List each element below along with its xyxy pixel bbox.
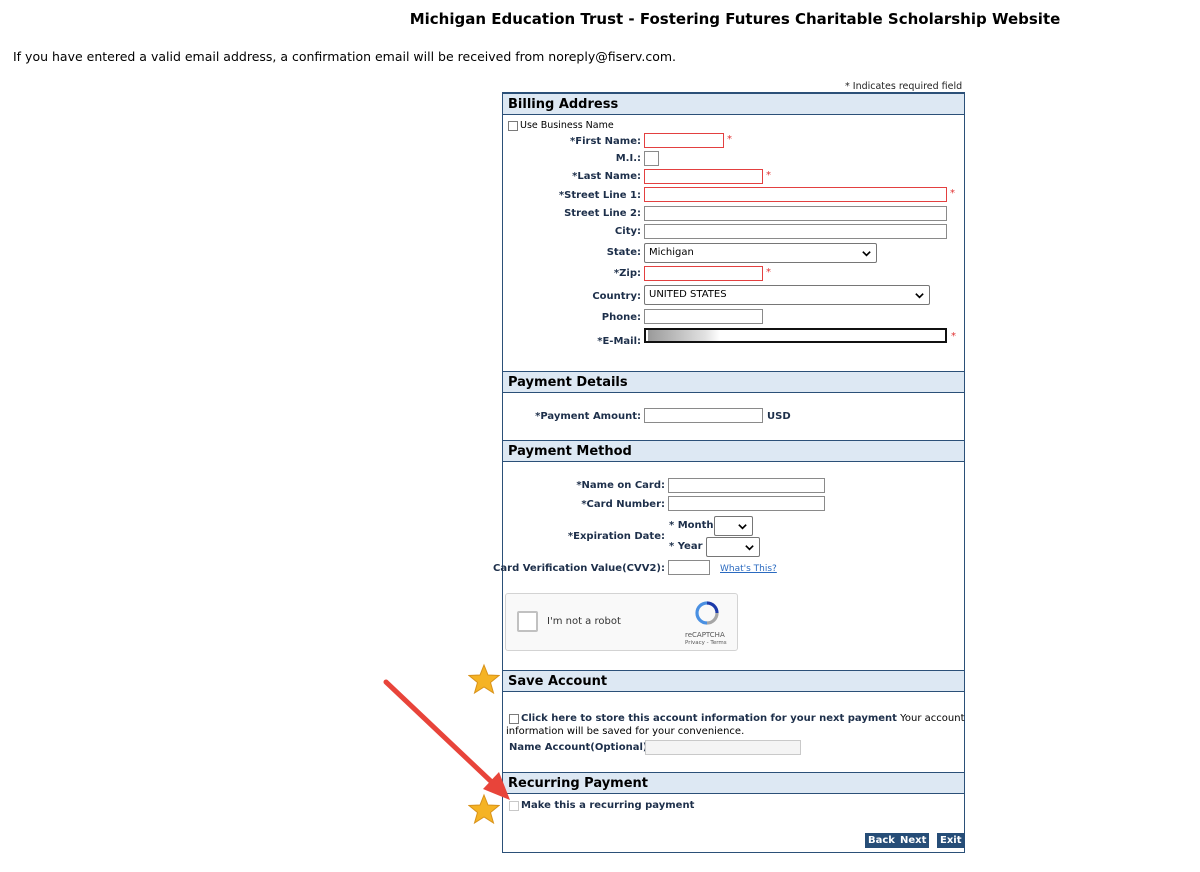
chevron-down-icon (745, 545, 754, 551)
country-select[interactable]: UNITED STATES (644, 285, 930, 305)
recurring-payment-heading: Recurring Payment (503, 772, 964, 794)
street-line-2-label: Street Line 2: (564, 208, 641, 219)
year-label: * Year (669, 541, 703, 552)
expiration-year-select[interactable] (706, 537, 760, 557)
country-select-value: UNITED STATES (649, 289, 727, 300)
email-label: *E-Mail: (597, 336, 641, 347)
street-line-1-input[interactable] (644, 187, 947, 202)
state-select[interactable]: Michigan (644, 243, 877, 263)
chevron-down-icon (738, 524, 747, 530)
email-input[interactable] (644, 328, 947, 343)
name-account-input[interactable] (645, 740, 801, 755)
street-line-2-input[interactable] (644, 206, 947, 221)
cvv-input[interactable] (668, 560, 710, 575)
store-account-rest-text: Your account (900, 713, 965, 724)
use-business-name-checkbox[interactable] (508, 121, 518, 131)
zip-input[interactable] (644, 266, 763, 281)
use-business-name-label: Use Business Name (520, 120, 614, 131)
zip-required-marker: * (766, 267, 771, 278)
save-account-heading: Save Account (503, 670, 964, 692)
payment-details-heading: Payment Details (503, 371, 964, 393)
whats-this-link[interactable]: What's This? (720, 564, 777, 574)
required-field-note: * Indicates required field (845, 81, 963, 92)
expiration-month-select[interactable] (714, 516, 753, 536)
recurring-payment-label: Make this a recurring payment (521, 800, 695, 811)
card-number-label: *Card Number: (581, 499, 665, 510)
city-input[interactable] (644, 224, 947, 239)
recaptcha-label: I'm not a robot (547, 616, 621, 627)
street-line-1-required-marker: * (950, 188, 955, 199)
street-line-1-label: *Street Line 1: (558, 190, 641, 201)
recaptcha-checkbox[interactable] (517, 611, 538, 632)
phone-label: Phone: (601, 312, 641, 323)
mi-input[interactable] (644, 151, 659, 166)
last-name-required-marker: * (766, 170, 771, 181)
last-name-input[interactable] (644, 169, 763, 184)
chevron-down-icon (915, 293, 924, 299)
name-on-card-label: *Name on Card: (576, 480, 665, 491)
store-account-continuation-text: information will be saved for your conve… (506, 726, 745, 737)
city-label: City: (614, 226, 641, 237)
next-button[interactable]: Next (897, 833, 930, 848)
star-annotation-icon (468, 663, 500, 695)
recaptcha-logo-icon (695, 601, 719, 625)
name-on-card-input[interactable] (668, 478, 825, 493)
payment-amount-label: *Payment Amount: (535, 411, 641, 422)
confirmation-note: If you have entered a valid email addres… (13, 49, 677, 64)
back-button[interactable]: Back (865, 833, 898, 848)
exit-button[interactable]: Exit (937, 833, 965, 848)
state-label: State: (606, 247, 641, 258)
name-account-label: Name Account(Optional): (509, 742, 652, 753)
email-required-marker: * (951, 331, 956, 342)
last-name-label: *Last Name: (572, 171, 641, 182)
chevron-down-icon (862, 251, 871, 257)
store-account-bold-text: Click here to store this account informa… (521, 713, 897, 724)
card-number-input[interactable] (668, 496, 825, 511)
redacted-email-value (648, 330, 720, 341)
first-name-required-marker: * (727, 134, 732, 145)
month-label: * Month (669, 520, 714, 531)
annotation-arrow-icon (383, 679, 510, 800)
zip-label: *Zip: (613, 268, 641, 279)
expiration-date-label: *Expiration Date: (567, 531, 665, 542)
recaptcha-widget: I'm not a robot reCAPTCHA Privacy - Term… (505, 593, 738, 651)
payment-method-heading: Payment Method (503, 440, 964, 462)
cvv-label: Card Verification Value(CVV2): (493, 563, 665, 574)
star-annotation-icon (468, 793, 500, 825)
mi-label: M.I.: (615, 153, 641, 164)
country-label: Country: (592, 291, 641, 302)
first-name-label: *First Name: (570, 136, 641, 147)
payment-amount-input[interactable] (644, 408, 763, 423)
store-account-text: Click here to store this account informa… (521, 713, 965, 724)
first-name-input[interactable] (644, 133, 724, 148)
page-title: Michigan Education Trust - Fostering Fut… (409, 10, 1061, 28)
recaptcha-links[interactable]: Privacy - Terms (685, 640, 727, 646)
recaptcha-brand: reCAPTCHA (685, 631, 725, 639)
state-select-value: Michigan (649, 247, 694, 258)
currency-label: USD (767, 411, 791, 422)
billing-address-heading: Billing Address (503, 93, 964, 115)
phone-input[interactable] (644, 309, 763, 324)
